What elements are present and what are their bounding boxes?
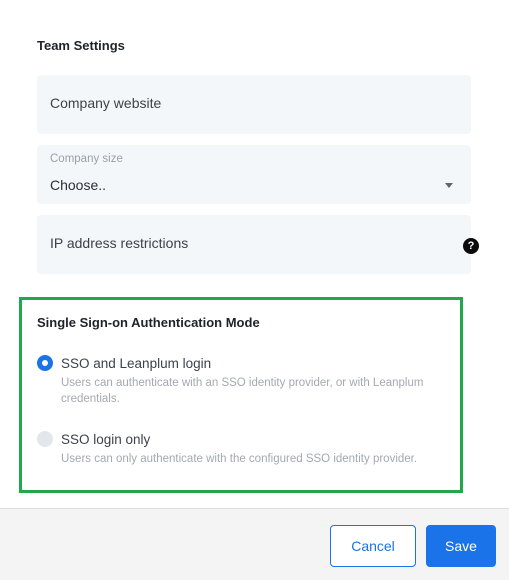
company-website-field[interactable]: Company website <box>37 75 471 134</box>
sso-section-title: Single Sign-on Authentication Mode <box>37 315 260 330</box>
ip-restrictions-placeholder: IP address restrictions <box>50 235 189 251</box>
sso-and-leanplum-label[interactable]: SSO and Leanplum login <box>61 356 211 371</box>
ip-restrictions-field[interactable]: IP address restrictions <box>37 215 471 274</box>
sso-only-label[interactable]: SSO login only <box>61 432 150 447</box>
sso-and-leanplum-description: Users can authenticate with an SSO ident… <box>61 377 424 405</box>
sso-only-radio[interactable] <box>37 431 53 447</box>
sso-mode-section: Single Sign-on Authentication Mode SSO a… <box>19 297 463 493</box>
chevron-down-icon[interactable] <box>445 183 453 188</box>
company-size-value: Choose.. <box>50 177 107 193</box>
save-button[interactable]: Save <box>426 525 496 567</box>
company-size-label: Company size <box>50 153 123 165</box>
dialog-footer: Cancel Save <box>0 508 509 580</box>
company-website-placeholder: Company website <box>50 95 162 111</box>
sso-and-leanplum-radio[interactable] <box>37 355 53 371</box>
sso-only-description: Users can only authenticate with the con… <box>61 453 418 465</box>
cancel-button[interactable]: Cancel <box>330 525 416 567</box>
page-title: Team Settings <box>37 38 125 53</box>
company-size-select[interactable]: Company size Choose.. <box>37 145 471 204</box>
help-icon[interactable]: ? <box>463 238 479 254</box>
